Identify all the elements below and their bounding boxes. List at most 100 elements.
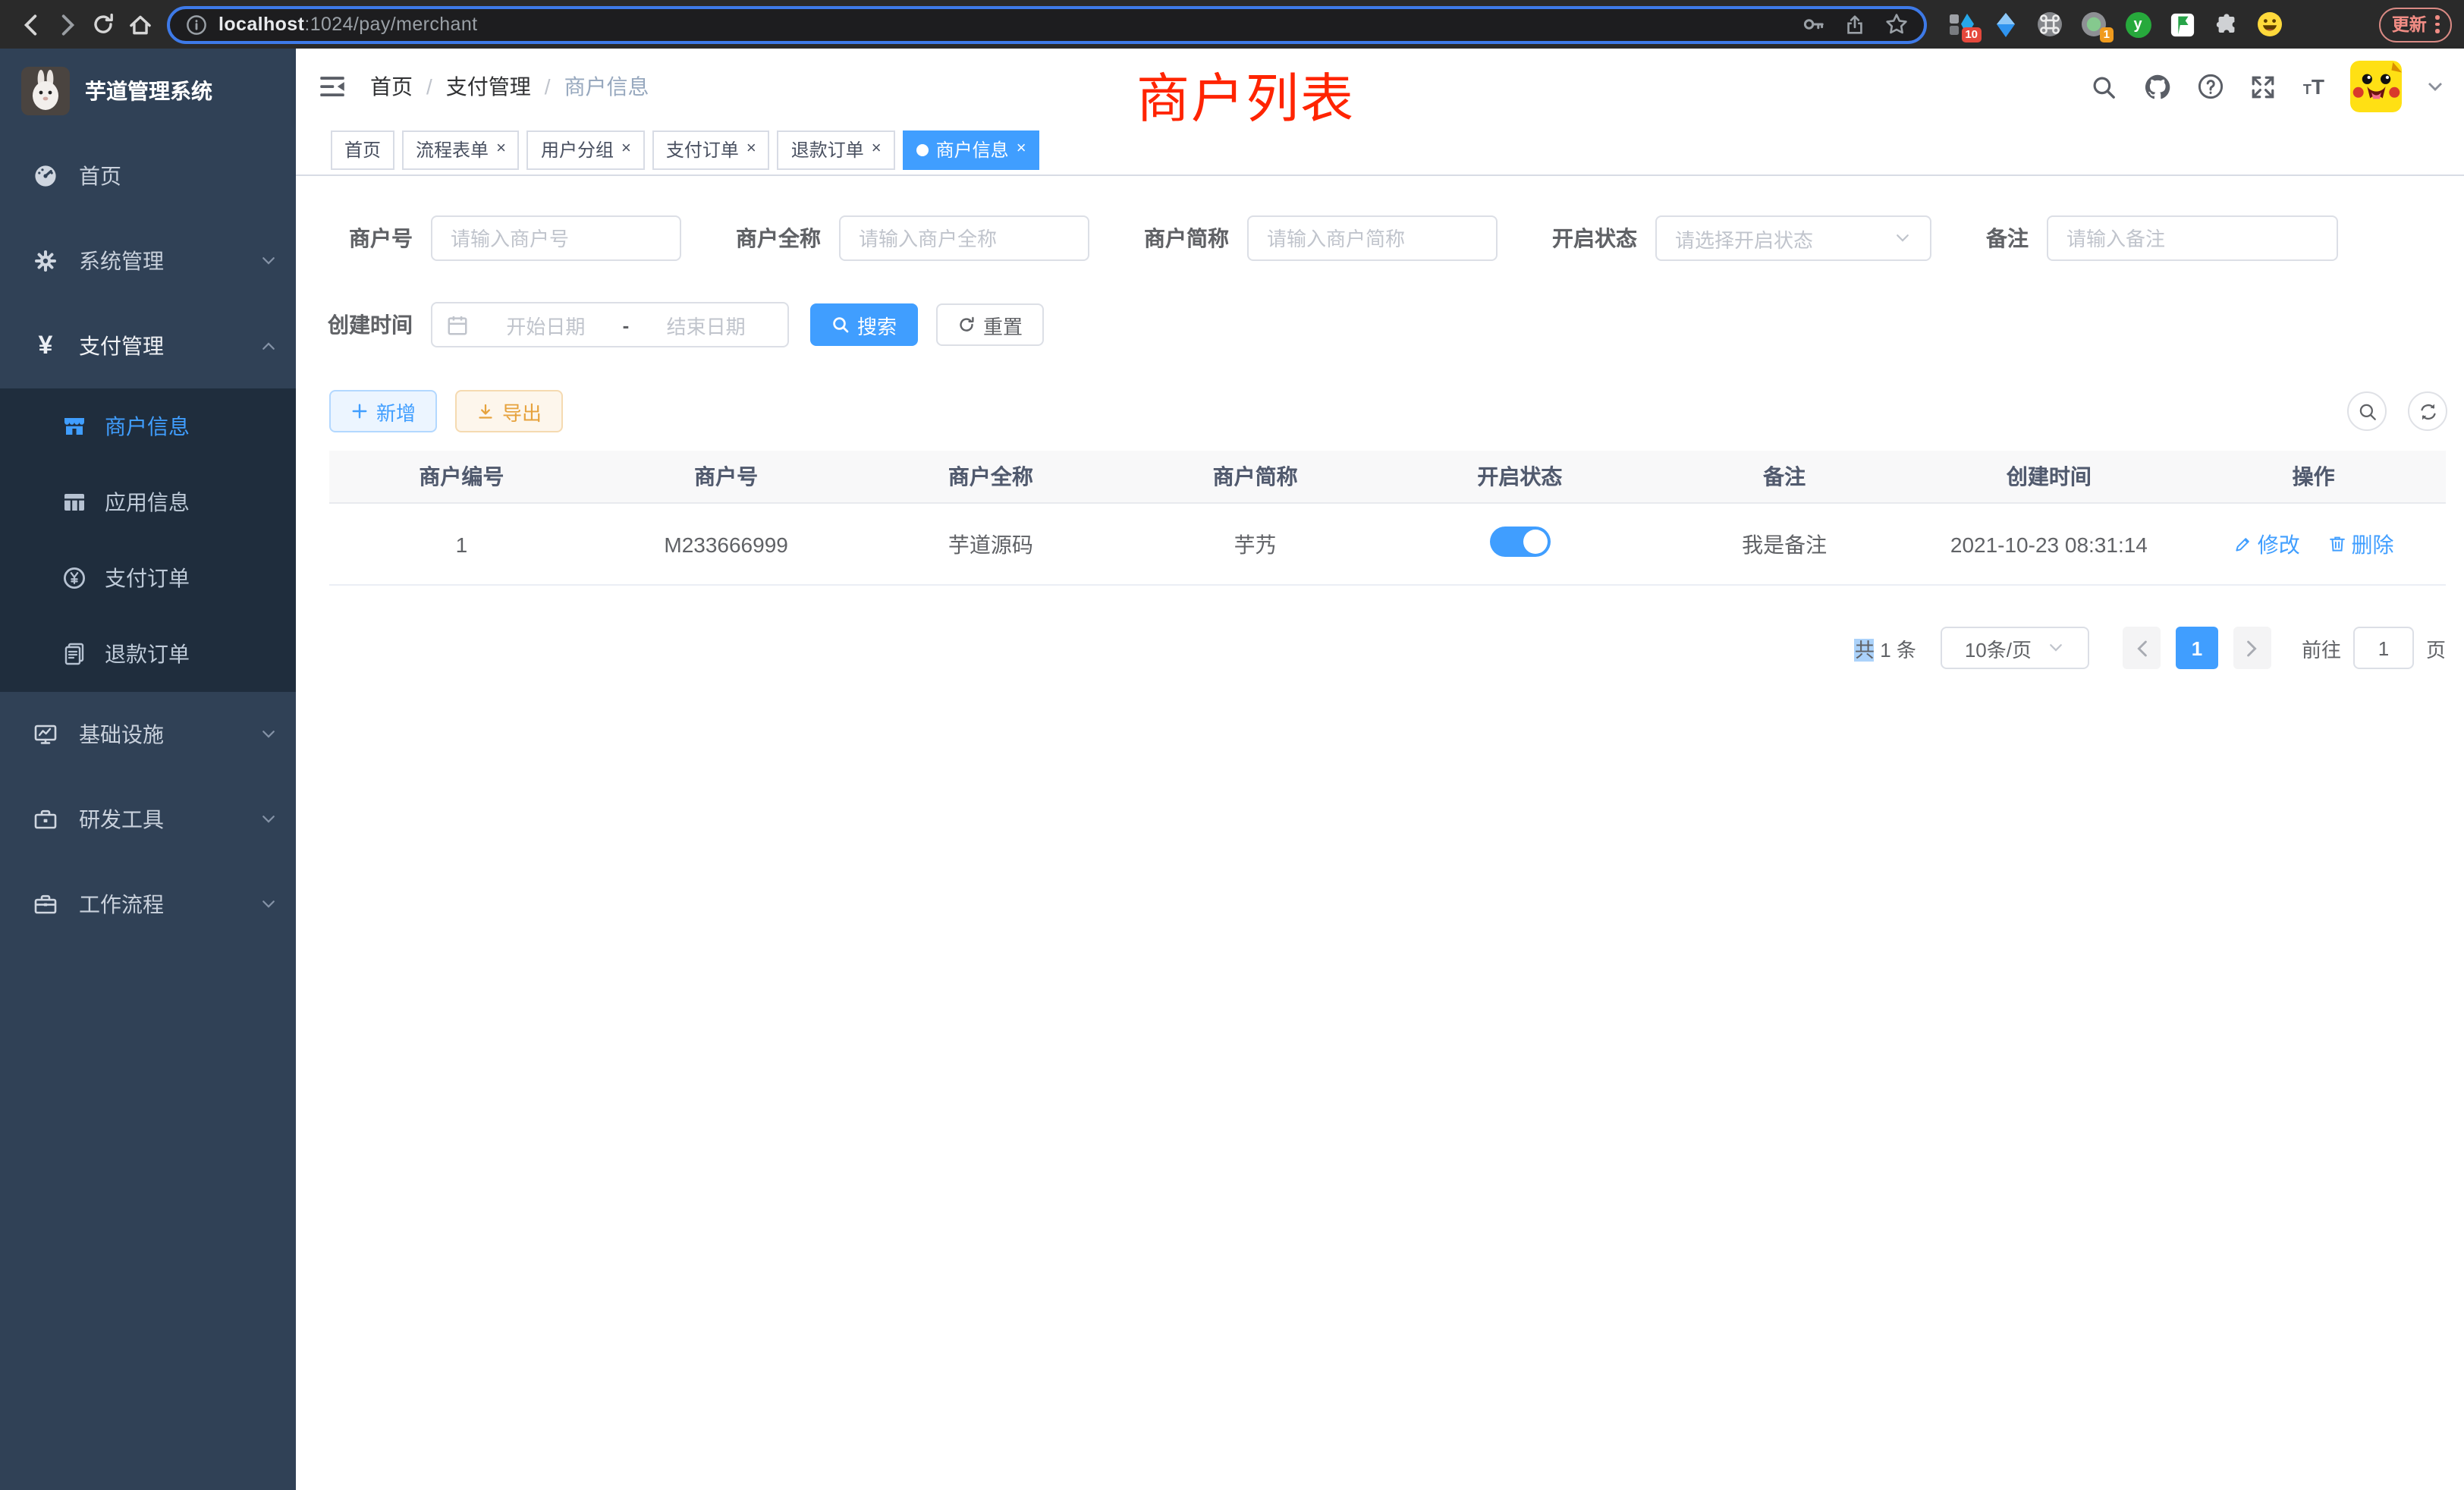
github-icon[interactable] [2144, 73, 2171, 100]
refund-doc-icon [62, 642, 86, 666]
share-icon[interactable] [1843, 13, 1866, 36]
browser-home-button[interactable] [121, 6, 158, 42]
edit-link[interactable]: 修改 [2233, 529, 2300, 559]
delete-link[interactable]: 删除 [2327, 529, 2394, 559]
create-time-range-picker[interactable]: 开始日期 - 结束日期 [431, 302, 789, 347]
breadcrumb-home[interactable]: 首页 [370, 71, 413, 102]
tab-merchant-info[interactable]: 商户信息× [903, 130, 1040, 169]
sidebar-collapse-icon[interactable] [319, 73, 346, 100]
sidebar-item-dev-tools[interactable]: 研发工具 [0, 777, 296, 862]
page-number-1[interactable]: 1 [2176, 627, 2218, 669]
search-icon [831, 316, 850, 334]
close-icon[interactable]: × [496, 141, 506, 158]
close-icon[interactable]: × [621, 141, 631, 158]
extension-y-icon[interactable]: y [2124, 11, 2151, 38]
pikachu-avatar-icon [2350, 61, 2402, 112]
pay-order-icon [62, 566, 86, 590]
close-icon[interactable]: × [746, 141, 756, 158]
trash-icon [2327, 534, 2347, 554]
sidebar-item-payment[interactable]: ¥ 支付管理 [0, 303, 296, 388]
chevron-down-icon [259, 725, 278, 743]
browser-menu-kebab-icon[interactable] [2436, 15, 2440, 33]
page-size-select[interactable]: 10条/页 [1941, 627, 2089, 669]
tab-pay-order[interactable]: 支付订单× [652, 130, 770, 169]
breadcrumb-payment[interactable]: 支付管理 [446, 71, 531, 102]
bookmark-star-icon[interactable] [1884, 12, 1909, 36]
next-page-button[interactable] [2233, 627, 2271, 669]
avatar-dropdown-caret-icon[interactable] [2428, 82, 2443, 91]
tab-user-group[interactable]: 用户分组× [527, 130, 645, 169]
chevron-down-icon [259, 252, 278, 270]
url-bar[interactable]: localhost:1024/pay/merchant [167, 5, 1927, 43]
tab-home[interactable]: 首页 [331, 130, 394, 169]
fullscreen-icon[interactable] [2250, 73, 2277, 100]
toggle-search-button[interactable] [2347, 391, 2387, 431]
page-unit-label: 页 [2426, 633, 2446, 662]
status-toggle[interactable] [1489, 527, 1550, 557]
status-label: 开启状态 [1552, 223, 1637, 253]
tab-process-form[interactable]: 流程表单× [402, 130, 520, 169]
reset-button[interactable]: 重置 [936, 303, 1044, 346]
sidebar-item-refund-order[interactable]: 退款订单 [0, 616, 296, 692]
sidebar-item-app-info[interactable]: 应用信息 [0, 464, 296, 540]
plus-icon [350, 402, 369, 420]
search-button[interactable]: 搜索 [810, 303, 918, 346]
sidebar-item-infrastructure[interactable]: 基础设施 [0, 692, 296, 777]
prev-page-button[interactable] [2123, 627, 2161, 669]
chevron-down-icon [2047, 639, 2065, 657]
sidebar-item-merchant-info[interactable]: 商户信息 [0, 388, 296, 464]
extension-kite-icon[interactable] [1992, 11, 2019, 38]
refresh-cycle-icon [2418, 401, 2437, 421]
extension-flag-icon[interactable] [2168, 11, 2195, 38]
chevron-up-icon [259, 337, 278, 355]
extensions-puzzle-icon[interactable] [2212, 11, 2239, 38]
chevron-down-icon [259, 895, 278, 913]
user-avatar[interactable] [2350, 61, 2402, 112]
browser-update-button[interactable]: 更新 [2380, 7, 2452, 42]
filter-row-1: 商户号 商户全称 商户简称 开启状态 请选择开启状态 备注 [296, 215, 2338, 261]
merchant-no-input[interactable] [431, 215, 681, 261]
sidebar: 芋道管理系统 首页 系统管理 ¥ 支付管理 商户信息 应用信息 [0, 49, 296, 1490]
merchant-name-input[interactable] [839, 215, 1089, 261]
browser-back-button[interactable] [12, 6, 49, 42]
sidebar-item-system[interactable]: 系统管理 [0, 218, 296, 303]
sidebar-item-pay-order[interactable]: 支付订单 [0, 540, 296, 616]
table-tools [2347, 391, 2447, 431]
pagination: 共 1 条 10条/页 1 前往 页 [1855, 627, 2446, 669]
browser-forward-button[interactable] [49, 6, 85, 42]
help-icon[interactable] [2197, 73, 2224, 100]
remark-input[interactable] [2047, 215, 2338, 261]
header-search-icon[interactable] [2091, 73, 2118, 100]
extension-command-icon[interactable] [2036, 11, 2063, 38]
goto-page-input[interactable] [2353, 627, 2414, 669]
extension-profile-icon[interactable]: 1 [2080, 11, 2107, 38]
text-size-icon[interactable]: TT [2303, 76, 2324, 97]
merchant-no-label: 商户号 [296, 223, 413, 253]
remark-label: 备注 [1986, 223, 2029, 253]
tab-refund-order[interactable]: 退款订单× [778, 130, 895, 169]
chevron-left-icon [2135, 640, 2148, 656]
cell-merchant-short: 芋艿 [1123, 529, 1388, 559]
gear-icon [33, 249, 58, 273]
merchant-short-input[interactable] [1247, 215, 1498, 261]
sidebar-item-home[interactable]: 首页 [0, 134, 296, 218]
page-info-icon[interactable] [185, 13, 208, 36]
password-key-icon[interactable] [1801, 12, 1825, 36]
app-logo[interactable]: 芋道管理系统 [0, 49, 296, 134]
export-button[interactable]: 导出 [455, 390, 563, 432]
sidebar-item-workflow[interactable]: 工作流程 [0, 862, 296, 947]
merchant-table: 商户编号 商户号 商户全称 商户简称 开启状态 备注 创建时间 操作 1 M23… [329, 451, 2446, 586]
extension-grid-diamond-icon[interactable]: 10 [1948, 11, 1975, 38]
close-icon[interactable]: × [1017, 141, 1026, 158]
start-date-placeholder: 开始日期 [478, 310, 614, 339]
app-title: 芋道管理系统 [85, 76, 212, 106]
status-select[interactable]: 请选择开启状态 [1655, 215, 1931, 261]
add-button[interactable]: 新增 [329, 390, 437, 432]
yen-icon: ¥ [33, 331, 58, 361]
table-header-row: 商户编号 商户号 商户全称 商户简称 开启状态 备注 创建时间 操作 [329, 451, 2446, 504]
close-icon[interactable]: × [872, 141, 882, 158]
browser-reload-button[interactable] [85, 6, 121, 42]
reload-icon [91, 12, 115, 36]
extension-emoji-icon[interactable] [2256, 11, 2283, 38]
refresh-table-button[interactable] [2408, 391, 2447, 431]
